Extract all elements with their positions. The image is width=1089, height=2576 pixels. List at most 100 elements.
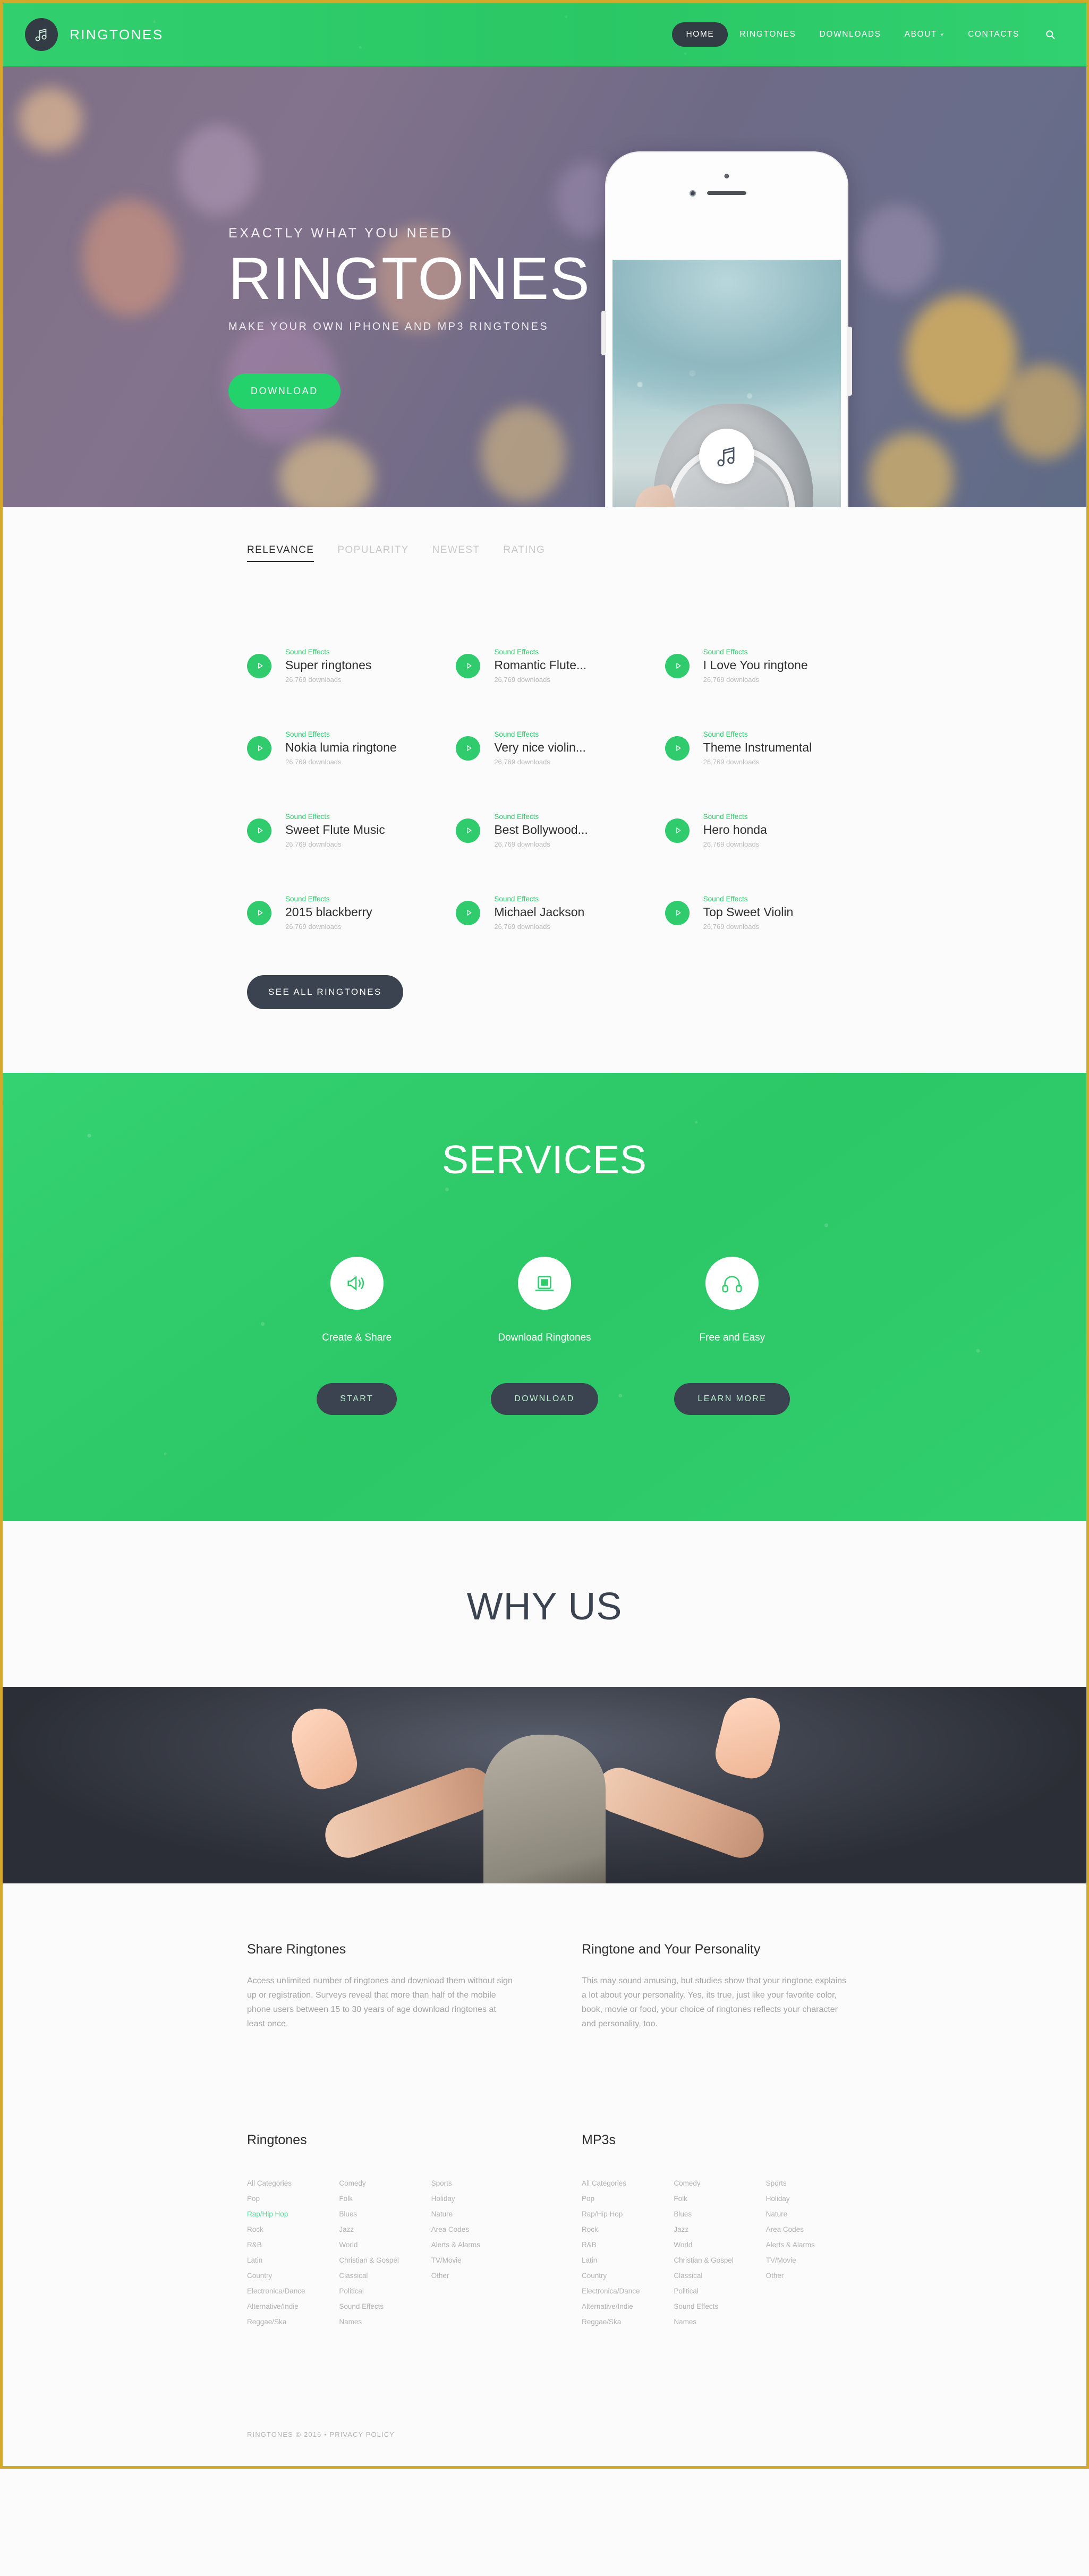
learn-more-button[interactable]: LEARN MORE: [674, 1383, 790, 1415]
footer-link[interactable]: All Categories: [247, 2176, 339, 2191]
play-icon[interactable]: [665, 900, 690, 925]
play-icon[interactable]: [456, 736, 481, 761]
ringtone-tile[interactable]: Sound Effects Theme Instrumental 26,769 do…: [649, 707, 858, 789]
brand-logo[interactable]: RINGTONES: [25, 18, 164, 51]
hero-download-button[interactable]: DOWNLOAD: [228, 373, 341, 410]
tab-relevance[interactable]: RELEVANCE: [247, 544, 314, 562]
play-icon[interactable]: [456, 653, 481, 678]
footer-link[interactable]: Comedy: [674, 2176, 765, 2191]
play-icon[interactable]: [247, 736, 271, 761]
laptop-icon: [517, 1257, 571, 1310]
footer-link[interactable]: Rock: [247, 2222, 339, 2237]
footer-link[interactable]: Other: [766, 2268, 858, 2283]
ringtone-meta: Sound Effects Best Bollywood... 26,769 dow…: [494, 813, 588, 848]
tab-newest[interactable]: NEWEST: [432, 544, 480, 562]
footer-link[interactable]: Jazz: [339, 2222, 431, 2237]
ringtone-tile[interactable]: Sound Effects Super ringtones 26,769 downl…: [231, 625, 440, 707]
footer-link[interactable]: Pop: [247, 2191, 339, 2206]
play-icon[interactable]: [247, 653, 271, 678]
tab-popularity[interactable]: POPULARITY: [337, 544, 409, 562]
footer-link[interactable]: Sports: [431, 2176, 523, 2191]
nav-item-about[interactable]: ABOUT ˅: [893, 22, 956, 47]
ringtone-tile[interactable]: Sound Effects Michael Jackson 26,769 downl…: [440, 872, 649, 954]
footer-link[interactable]: Sports: [766, 2176, 858, 2191]
ringtone-tile[interactable]: Sound Effects Hero honda 26,769 downloads: [649, 789, 858, 872]
footer-link[interactable]: Political: [674, 2283, 765, 2299]
footer-link[interactable]: Alerts & Alarms: [766, 2237, 858, 2253]
play-icon[interactable]: [456, 900, 481, 925]
footer-link[interactable]: World: [339, 2237, 431, 2253]
ringtone-meta: Sound Effects Super ringtones 26,769 downl…: [285, 648, 371, 684]
footer-link[interactable]: Reggae/Ska: [582, 2314, 674, 2330]
footer-link[interactable]: Rock: [582, 2222, 674, 2237]
footer-link[interactable]: Blues: [674, 2206, 765, 2222]
footer-link[interactable]: Sound Effects: [674, 2299, 765, 2314]
ringtone-category: Sound Effects: [494, 813, 539, 821]
footer-link[interactable]: Folk: [674, 2191, 765, 2206]
footer-link[interactable]: Area Codes: [766, 2222, 858, 2237]
footer-link[interactable]: Latin: [247, 2253, 339, 2268]
start-button[interactable]: START: [317, 1383, 397, 1415]
play-icon[interactable]: [665, 653, 690, 678]
footer-link[interactable]: Classical: [339, 2268, 431, 2283]
footer-link[interactable]: Reggae/Ska: [247, 2314, 339, 2330]
footer-link[interactable]: World: [674, 2237, 765, 2253]
footer-link[interactable]: Comedy: [339, 2176, 431, 2191]
ringtone-downloads: 26,769 downloads: [703, 840, 760, 848]
play-icon[interactable]: [665, 818, 690, 843]
footer-link[interactable]: Electronica/Dance: [582, 2283, 674, 2299]
ringtone-tile[interactable]: Sound Effects Very nice violin... 26,769 d…: [440, 707, 649, 789]
footer-link[interactable]: Sound Effects: [339, 2299, 431, 2314]
tab-rating[interactable]: RATING: [503, 544, 545, 562]
footer-link[interactable]: Rap/Hip Hop: [582, 2206, 674, 2222]
footer-link[interactable]: Jazz: [674, 2222, 765, 2237]
play-icon[interactable]: [247, 900, 271, 925]
footer-link[interactable]: Holiday: [431, 2191, 523, 2206]
footer-link[interactable]: Names: [339, 2314, 431, 2330]
footer-link[interactable]: Country: [582, 2268, 674, 2283]
footer-link[interactable]: Christian & Gospel: [339, 2253, 431, 2268]
footer-link[interactable]: All Categories: [582, 2176, 674, 2191]
search-icon[interactable]: [1031, 24, 1064, 45]
ringtone-tile[interactable]: Sound Effects Best Bollywood... 26,769 dow…: [440, 789, 649, 872]
footer-link[interactable]: TV/Movie: [766, 2253, 858, 2268]
footer-link[interactable]: Latin: [582, 2253, 674, 2268]
footer-link[interactable]: Other: [431, 2268, 523, 2283]
ringtone-tile[interactable]: Sound Effects Nokia lumia ringtone 26,769 …: [231, 707, 440, 789]
play-icon[interactable]: [456, 818, 481, 843]
footer-link[interactable]: Nature: [431, 2206, 523, 2222]
footer-link[interactable]: Nature: [766, 2206, 858, 2222]
footer-link[interactable]: Country: [247, 2268, 339, 2283]
ringtone-tile[interactable]: Sound Effects 2015 blackberry 26,769 downl…: [231, 872, 440, 954]
ringtone-tile[interactable]: Sound Effects I Love You ringtone 26,769 d…: [649, 625, 858, 707]
see-all-ringtones-button[interactable]: SEE ALL RINGTONES: [247, 975, 403, 1009]
ringtone-tile[interactable]: Sound Effects Romantic Flute... 26,769 dow…: [440, 625, 649, 707]
footer-link[interactable]: Rap/Hip Hop: [247, 2206, 339, 2222]
download-button[interactable]: DOWNLOAD: [491, 1383, 598, 1415]
ringtone-tile[interactable]: Sound Effects Sweet Flute Music 26,769 dow…: [231, 789, 440, 872]
footer-link[interactable]: Alternative/Indie: [247, 2299, 339, 2314]
footer-link[interactable]: Blues: [339, 2206, 431, 2222]
footer-link[interactable]: R&B: [247, 2237, 339, 2253]
nav-item-contacts[interactable]: CONTACTS: [956, 22, 1031, 47]
footer-link[interactable]: Holiday: [766, 2191, 858, 2206]
play-icon[interactable]: [665, 736, 690, 761]
footer-link[interactable]: Folk: [339, 2191, 431, 2206]
nav-item-downloads[interactable]: DOWNLOADS: [808, 22, 893, 47]
footer-link[interactable]: Political: [339, 2283, 431, 2299]
nav-item-home[interactable]: HOME: [672, 22, 728, 47]
ringtone-tile[interactable]: Sound Effects Top Sweet Violin 26,769 down…: [649, 872, 858, 954]
nav-item-ringtones[interactable]: RINGTONES: [728, 22, 807, 47]
footer-link[interactable]: TV/Movie: [431, 2253, 523, 2268]
footer-link[interactable]: R&B: [582, 2237, 674, 2253]
play-icon[interactable]: [247, 818, 271, 843]
ringtone-category: Sound Effects: [494, 730, 539, 738]
footer-link[interactable]: Alerts & Alarms: [431, 2237, 523, 2253]
footer-link[interactable]: Names: [674, 2314, 765, 2330]
footer-link[interactable]: Area Codes: [431, 2222, 523, 2237]
footer-link[interactable]: Classical: [674, 2268, 765, 2283]
footer-link[interactable]: Alternative/Indie: [582, 2299, 674, 2314]
footer-link[interactable]: Electronica/Dance: [247, 2283, 339, 2299]
footer-link[interactable]: Pop: [582, 2191, 674, 2206]
footer-link[interactable]: Christian & Gospel: [674, 2253, 765, 2268]
